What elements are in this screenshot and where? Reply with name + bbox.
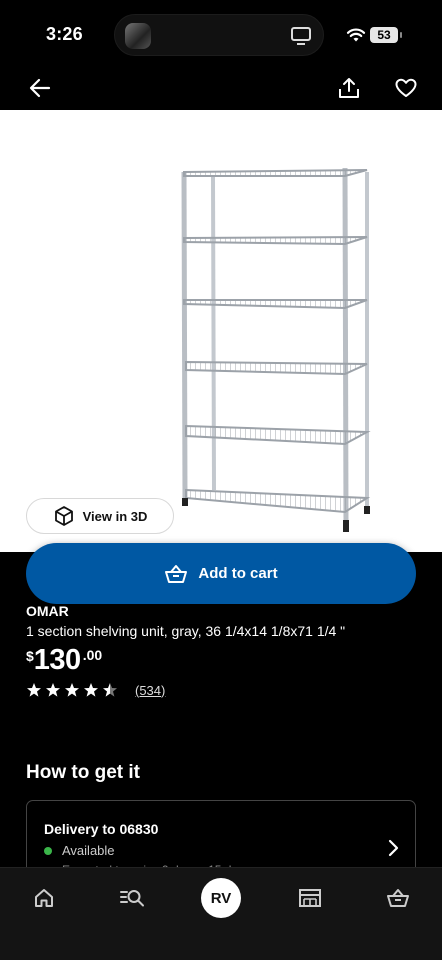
search-list-icon — [120, 890, 144, 907]
view-in-3d-button[interactable]: View in 3D — [26, 498, 174, 534]
screen-icon — [291, 27, 311, 45]
how-to-get-it-heading: How to get it — [26, 762, 140, 783]
cart-icon — [165, 564, 188, 583]
product-price: $ 130 .00 — [26, 645, 102, 675]
price-integer: 130 — [33, 644, 81, 676]
share-icon — [339, 78, 359, 98]
price-decimal: .00 — [82, 647, 103, 663]
home-icon — [35, 889, 53, 907]
view-in-3d-label: View in 3D — [82, 508, 148, 524]
review-count-link[interactable]: (534) — [135, 683, 165, 698]
heart-icon — [395, 78, 417, 97]
back-button[interactable] — [24, 72, 56, 104]
price-currency: $ — [26, 648, 34, 664]
tab-search[interactable] — [112, 882, 152, 914]
favorite-button[interactable] — [390, 72, 422, 104]
add-to-cart-button[interactable]: Add to cart — [26, 543, 416, 604]
add-to-cart-label: Add to cart — [198, 565, 278, 582]
wifi-icon — [346, 28, 366, 42]
status-bar: 3:26 53 — [0, 0, 442, 64]
tab-cart[interactable] — [378, 882, 418, 914]
delivery-availability: Available — [44, 843, 115, 858]
cube-icon — [54, 506, 73, 526]
star-rating — [27, 683, 117, 697]
bottom-tab-bar: RV — [0, 867, 442, 960]
chevron-right-icon — [388, 839, 399, 857]
tab-store[interactable] — [290, 882, 330, 914]
dynamic-island — [114, 14, 324, 56]
available-status-dot — [44, 846, 52, 855]
cart-icon — [387, 889, 409, 907]
product-image-area[interactable]: View in 3D — [0, 110, 442, 552]
product-description: 1 section shelving unit, gray, 36 1/4x14… — [26, 623, 346, 639]
store-icon — [299, 889, 321, 907]
star-icon — [27, 683, 41, 697]
star-icon — [84, 683, 98, 697]
tab-home[interactable] — [24, 882, 64, 914]
shelving-unit-image — [181, 167, 371, 532]
now-playing-thumbnail — [125, 23, 151, 49]
share-button[interactable] — [333, 72, 365, 104]
half-star-icon — [103, 683, 117, 697]
availability-label: Available — [62, 843, 115, 858]
battery-indicator: 53 — [370, 27, 402, 43]
arrow-left-icon — [29, 78, 51, 98]
star-icon — [65, 683, 79, 697]
product-name: OMAR — [26, 603, 69, 619]
delivery-title: Delivery to 06830 — [44, 821, 159, 837]
tab-profile-avatar[interactable]: RV — [201, 878, 241, 918]
rating-summary[interactable]: (534) — [26, 682, 165, 698]
top-nav — [0, 64, 442, 110]
status-time: 3:26 — [46, 24, 83, 44]
star-icon — [46, 683, 60, 697]
